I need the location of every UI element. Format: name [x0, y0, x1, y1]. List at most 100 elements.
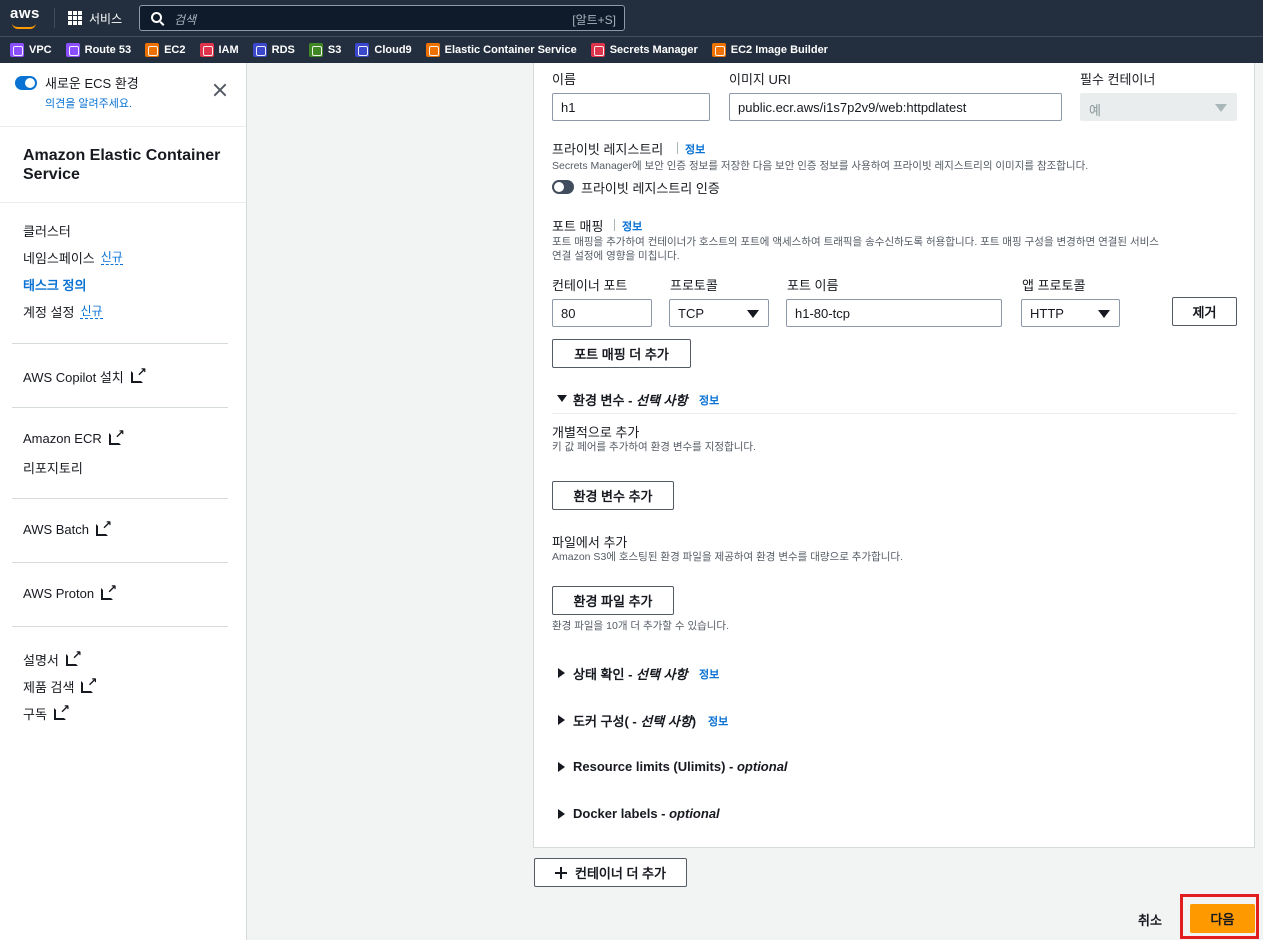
port-mapping-info-link[interactable]: 정보: [622, 218, 642, 234]
sidebar-item-label: AWS Proton: [23, 586, 95, 601]
optional-label: 선택 사항: [636, 393, 688, 408]
section-divider: [552, 413, 1237, 414]
sidebar-title: Amazon Elastic Container Service: [23, 147, 221, 183]
sidebar-item-task-definitions[interactable]: 태스크 정의: [23, 275, 86, 294]
external-link-icon: [108, 427, 125, 445]
docker-config-info-link[interactable]: 정보: [708, 713, 728, 729]
external-link-icon: [65, 648, 82, 666]
sidebar-item-copilot[interactable]: AWS Copilot 설치: [23, 365, 147, 386]
container-port-label: 컨테이너 포트: [552, 278, 628, 293]
info-separator: [614, 219, 615, 231]
add-env-file-button[interactable]: 환경 파일 추가: [552, 586, 674, 615]
favorite-label: RDS: [271, 44, 295, 56]
service-icon: [590, 43, 605, 57]
section-title: Docker labels -: [573, 806, 670, 821]
favorite-ec2-image-builder[interactable]: EC2 Image Builder: [711, 43, 828, 57]
favorite-elastic-container-service[interactable]: Elastic Container Service: [425, 43, 577, 57]
close-icon[interactable]: [212, 82, 228, 98]
favorites-bar: VPC Route 53 EC2 IAM RDS S3 Cloud9 Elastic Cont…: [0, 36, 1263, 63]
sidebar-item-label: 제품 검색: [23, 680, 75, 695]
env-variables-info-link[interactable]: 정보: [699, 392, 719, 408]
cancel-button[interactable]: 취소: [1138, 910, 1162, 929]
favorite-label: IAM: [218, 44, 239, 56]
sidebar-separator: [12, 562, 228, 563]
private-registry-info-link[interactable]: 정보: [685, 141, 705, 157]
favorite-cloud9[interactable]: Cloud9: [355, 43, 412, 57]
sidebar-item-repositories[interactable]: 리포지토리: [23, 458, 83, 477]
add-container-label: 컨테이너 더 추가: [575, 866, 666, 881]
sidebar-item-clusters[interactable]: 클러스터: [23, 221, 71, 240]
sidebar-item-subscribe[interactable]: 구독: [23, 702, 70, 723]
port-mapping-description: 포트 매핑을 추가하여 컨테이너가 호스트의 포트에 액세스하여 트래픽을 송수…: [552, 236, 1159, 248]
container-definition-panel: 이름 h1 이미지 URI public.ecr.aws/i1s7p2v9/we…: [533, 63, 1255, 848]
health-check-section-toggle[interactable]: 상태 확인 - 선택 사항: [573, 664, 687, 683]
service-icon: [199, 43, 214, 57]
sidebar-item-ecr[interactable]: Amazon ECR: [23, 427, 125, 447]
search-placeholder: 검색: [174, 13, 197, 27]
section-title: 환경 변수 -: [573, 393, 637, 408]
env-variables-section-toggle[interactable]: 환경 변수 - 선택 사항: [573, 390, 687, 409]
port-name-label: 포트 이름: [787, 278, 839, 293]
favorite-vpc[interactable]: VPC: [10, 43, 52, 57]
service-icon: [308, 43, 323, 57]
essential-container-select: 예: [1080, 93, 1237, 121]
favorite-iam[interactable]: IAM: [199, 43, 239, 57]
sidebar-item-docs[interactable]: 설명서: [23, 648, 82, 669]
sidebar-item-proton[interactable]: AWS Proton: [23, 582, 117, 602]
container-port-input[interactable]: 80: [552, 299, 652, 327]
docker-labels-section-toggle[interactable]: Docker labels - optional: [573, 806, 720, 821]
chevron-down-icon: [1098, 310, 1110, 318]
add-container-button[interactable]: 컨테이너 더 추가: [534, 858, 687, 887]
remove-port-mapping-button[interactable]: 제거: [1172, 297, 1237, 326]
resource-limits-section-toggle[interactable]: Resource limits (Ulimits) - optional: [573, 759, 788, 774]
sidebar-item-label: 태스크 정의: [23, 278, 87, 293]
caret-right-icon: [558, 668, 565, 678]
container-name-input[interactable]: h1: [552, 93, 710, 121]
external-link-icon: [81, 675, 97, 693]
port-mapping-description: 연결 설정에 영향을 미칩니다.: [552, 250, 680, 262]
private-registry-toggle[interactable]: [552, 180, 574, 194]
section-title: 도커 구성( -: [573, 714, 641, 729]
aws-logo-text: aws: [10, 5, 40, 22]
sidebar-item-account-settings[interactable]: 계정 설정 신규: [23, 302, 103, 321]
favorite-ec2[interactable]: EC2: [145, 43, 186, 57]
favorite-label: EC2: [164, 44, 186, 56]
add-individually-label: 개별적으로 추가: [552, 425, 640, 440]
next-button[interactable]: 다음: [1190, 904, 1255, 933]
section-title: 상태 확인 -: [573, 667, 637, 682]
port-name-input[interactable]: h1-80-tcp: [786, 299, 1002, 327]
favorite-label: S3: [327, 44, 342, 56]
feedback-link[interactable]: 의견을 알려주세요.: [45, 95, 139, 111]
add-port-mapping-button[interactable]: 포트 매핑 더 추가: [552, 339, 691, 368]
add-env-variable-button[interactable]: 환경 변수 추가: [552, 481, 674, 510]
app-protocol-select[interactable]: HTTP: [1021, 299, 1120, 327]
private-registry-toggle-label: 프라이빗 레지스트리 인증: [581, 181, 720, 196]
name-label: 이름: [552, 72, 576, 87]
new-ecs-experience-toggle[interactable]: [15, 76, 37, 90]
favorite-route-53[interactable]: Route 53: [65, 43, 131, 57]
add-from-file-description: Amazon S3에 호스팅된 환경 파일을 제공하여 환경 변수를 대량으로 …: [552, 551, 904, 563]
external-link-icon: [130, 365, 147, 383]
service-icon: [711, 43, 726, 57]
sidebar-item-product-search[interactable]: 제품 검색: [23, 675, 97, 696]
protocol-label: 프로토콜: [670, 278, 718, 293]
aws-logo[interactable]: aws: [10, 5, 40, 29]
image-uri-input[interactable]: public.ecr.aws/i1s7p2v9/web:httpdlatest: [729, 93, 1062, 121]
health-check-info-link[interactable]: 정보: [699, 666, 719, 682]
sidebar-item-namespaces[interactable]: 네임스페이스 신규: [23, 248, 123, 267]
services-menu-button[interactable]: 서비스: [68, 8, 122, 28]
docker-config-section-toggle[interactable]: 도커 구성( - 선택 사항): [573, 711, 696, 730]
sidebar-item-label: 네임스페이스: [23, 251, 95, 266]
favorite-rds[interactable]: RDS: [252, 43, 295, 57]
favorite-s3[interactable]: S3: [308, 43, 342, 57]
caret-down-icon: [557, 395, 567, 402]
private-registry-label: 프라이빗 레지스트리: [552, 142, 664, 157]
sidebar-item-batch[interactable]: AWS Batch: [23, 518, 112, 538]
optional-label: 선택 사항: [640, 714, 692, 729]
sidebar-divider: [0, 202, 246, 203]
protocol-select[interactable]: TCP: [669, 299, 769, 327]
favorite-secrets-manager[interactable]: Secrets Manager: [590, 43, 698, 57]
external-link-icon: [53, 702, 70, 720]
image-uri-label: 이미지 URI: [729, 72, 791, 87]
global-search-input[interactable]: 검색 [알트+S]: [139, 5, 625, 31]
